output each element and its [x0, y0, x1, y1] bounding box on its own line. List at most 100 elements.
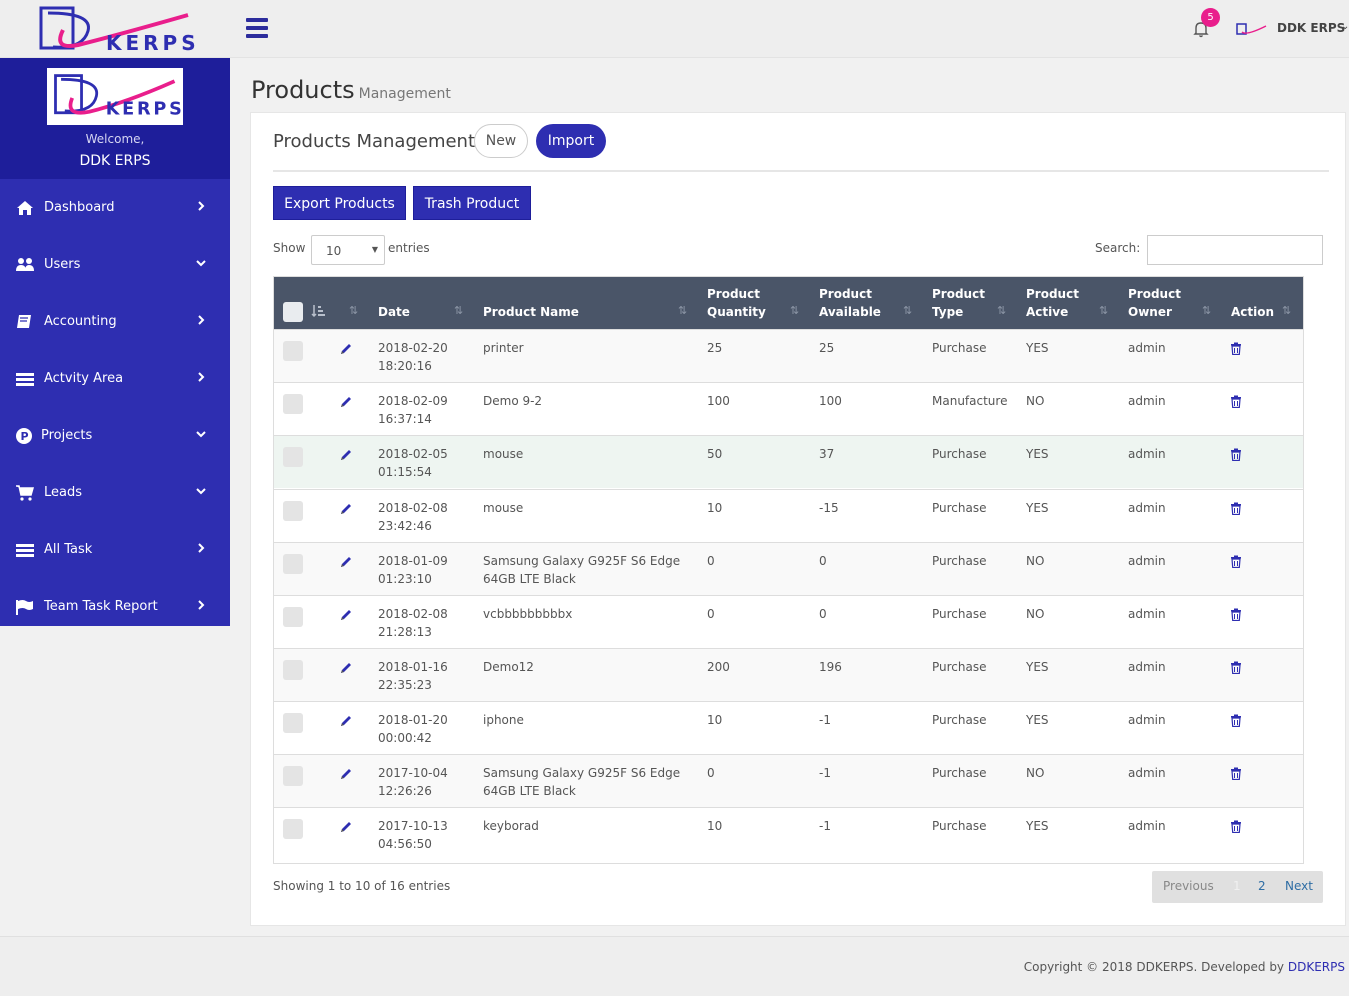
col-product-owner[interactable]: Product Owner [1128, 285, 1181, 321]
sidebar-item-activity-area[interactable]: Actvity Area [0, 350, 230, 407]
trash-icon[interactable] [1230, 767, 1242, 780]
sidebar-item-team-task-report[interactable]: Team Task Report [0, 578, 230, 635]
col-label-line: Product [932, 287, 985, 301]
trash-icon[interactable] [1230, 820, 1242, 833]
search-input[interactable] [1147, 235, 1323, 265]
cell-type: Purchase [932, 713, 987, 727]
new-button[interactable]: New [474, 124, 528, 158]
pencil-icon[interactable] [339, 608, 353, 622]
sidebar-item-users[interactable]: Users [0, 236, 230, 293]
row-checkbox[interactable] [283, 713, 303, 733]
sort-icon[interactable]: ⇅ [678, 304, 687, 317]
trash-icon[interactable] [1230, 661, 1242, 674]
sidebar-item-dashboard[interactable]: Dashboard [0, 179, 230, 236]
trash-icon[interactable] [1230, 555, 1242, 568]
row-checkbox[interactable] [283, 341, 303, 361]
row-checkbox[interactable] [283, 447, 303, 467]
sidebar-item-projects[interactable]: P Projects [0, 407, 230, 464]
sidebar-item-leads[interactable]: Leads [0, 464, 230, 521]
cell-available: 196 [819, 660, 842, 674]
trash-product-button[interactable]: Trash Product [413, 186, 531, 220]
pencil-icon[interactable] [339, 448, 353, 462]
previous-button[interactable]: Previous [1163, 879, 1214, 893]
sidebar-item-all-task[interactable]: All Task [0, 521, 230, 578]
cell-name-line: 64GB LTE Black [483, 784, 576, 798]
sidebar-item-label: Projects [41, 428, 93, 443]
cell-date-day: 2018-02-08 [378, 607, 448, 621]
user-avatar[interactable] [1236, 22, 1268, 36]
sort-icon[interactable]: ⇅ [454, 304, 463, 317]
cell-date-day: 2018-02-20 [378, 341, 448, 355]
pencil-icon[interactable] [339, 767, 353, 781]
trash-icon[interactable] [1230, 502, 1242, 515]
sort-icon[interactable]: ⇅ [903, 304, 912, 317]
cell-owner: admin [1128, 394, 1166, 408]
pencil-icon[interactable] [339, 395, 353, 409]
pencil-icon[interactable] [339, 555, 353, 569]
pencil-icon[interactable] [339, 714, 353, 728]
select-all-checkbox[interactable] [283, 302, 303, 322]
import-button[interactable]: Import [536, 124, 606, 158]
sidebar-item-label: Dashboard [44, 200, 115, 215]
menu-toggle-icon[interactable] [246, 18, 268, 38]
sort-amount-icon[interactable] [311, 304, 325, 318]
table-row[interactable]: 2018-02-08 23:42:46 mouse 10 -15 Purchase YES a… [274, 489, 1303, 542]
search-label: Search: [1095, 241, 1141, 255]
export-products-button[interactable]: Export Products [273, 186, 406, 220]
col-product-type[interactable]: Product Type [932, 285, 985, 321]
col-product-name[interactable]: Product Name [483, 303, 579, 321]
cell-date-time: 21:28:13 [378, 625, 432, 639]
sort-icon[interactable]: ⇅ [1099, 304, 1108, 317]
col-product-active[interactable]: Product Active [1026, 285, 1079, 321]
next-button[interactable]: Next [1285, 879, 1313, 893]
col-product-quantity[interactable]: Product Quantity [707, 285, 766, 321]
table-row[interactable]: 2018-01-16 22:35:23 Demo12 200 196 Purchase YE… [274, 648, 1303, 701]
col-date[interactable]: Date [378, 303, 410, 321]
col-product-available[interactable]: Product Available [819, 285, 881, 321]
page-1-button[interactable]: 1 [1233, 879, 1241, 893]
row-checkbox[interactable] [283, 501, 303, 521]
col-action[interactable]: Action [1231, 303, 1274, 321]
cell-active: YES [1026, 501, 1049, 515]
sort-icon[interactable]: ⇅ [997, 304, 1006, 317]
trash-icon[interactable] [1230, 608, 1242, 621]
sort-icon[interactable]: ⇅ [349, 304, 358, 317]
table-row[interactable]: 2018-01-20 00:00:42 iphone 10 -1 Purchase YES a… [274, 701, 1303, 754]
cell-date: 2018-02-20 18:20:16 [378, 339, 448, 375]
row-checkbox[interactable] [283, 394, 303, 414]
trash-icon[interactable] [1230, 714, 1242, 727]
sort-icon[interactable]: ⇅ [1282, 304, 1291, 317]
row-checkbox[interactable] [283, 766, 303, 786]
page-2-button[interactable]: 2 [1258, 879, 1266, 893]
trash-icon[interactable] [1230, 395, 1242, 408]
table-row[interactable]: 2018-02-20 18:20:16 printer 25 25 Purchase YES… [274, 329, 1303, 382]
row-checkbox[interactable] [283, 660, 303, 680]
user-name[interactable]: DDK ERPS [1277, 21, 1345, 35]
table-row[interactable]: 2018-02-08 21:28:13 vcbbbbbbbbbx 0 0 Purchase… [274, 595, 1303, 648]
cell-active: NO [1026, 554, 1045, 568]
table-row[interactable]: 2017-10-13 04:56:50 keyborad 10 -1 Purchase YE… [274, 807, 1303, 860]
footer-link[interactable]: DDKERPS [1288, 960, 1345, 974]
page-size-select[interactable]: 10 ▼ [311, 235, 385, 265]
chevron-down-icon[interactable]: ⌄ [1341, 21, 1349, 32]
row-checkbox[interactable] [283, 819, 303, 839]
table-row[interactable]: 2017-10-04 12:26:26 Samsung Galaxy G925F S… [274, 754, 1303, 807]
row-checkbox[interactable] [283, 554, 303, 574]
pencil-icon[interactable] [339, 820, 353, 834]
brand-logo[interactable]: KERPS [38, 5, 198, 55]
cell-date: 2018-01-20 00:00:42 [378, 711, 448, 747]
table-row[interactable]: 2018-02-05 01:15:54 mouse 50 37 Purchase YES ad… [274, 435, 1303, 488]
pencil-icon[interactable] [339, 502, 353, 516]
pencil-icon[interactable] [339, 661, 353, 675]
sort-icon[interactable]: ⇅ [790, 304, 799, 317]
svg-text:KERPS: KERPS [106, 31, 198, 55]
trash-icon[interactable] [1230, 448, 1242, 461]
table-row[interactable]: 2018-02-09 16:37:14 Demo 9-2 100 100 Manufact… [274, 382, 1303, 435]
cell-product-name: Demo12 [483, 658, 534, 676]
row-checkbox[interactable] [283, 607, 303, 627]
table-row[interactable]: 2018-01-09 01:23:10 Samsung Galaxy G925F S… [274, 542, 1303, 595]
sort-icon[interactable]: ⇅ [1202, 304, 1211, 317]
trash-icon[interactable] [1230, 342, 1242, 355]
pencil-icon[interactable] [339, 342, 353, 356]
sidebar-item-accounting[interactable]: Accounting [0, 293, 230, 350]
